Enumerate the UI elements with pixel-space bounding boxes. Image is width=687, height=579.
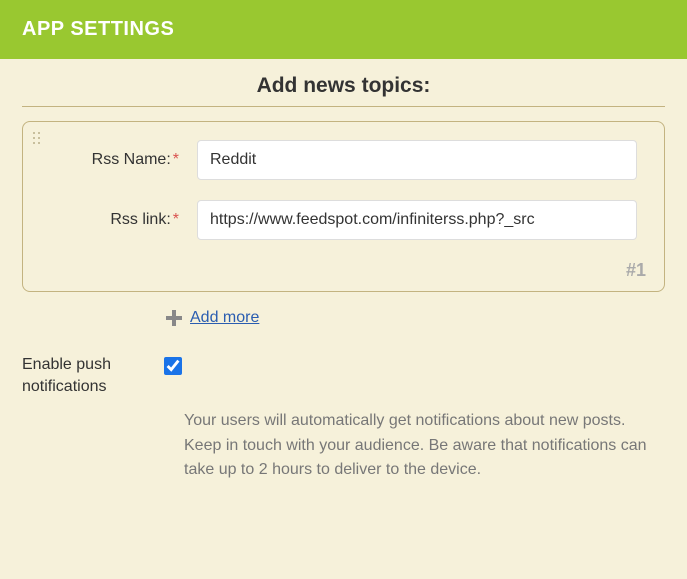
rss-name-input[interactable] bbox=[197, 140, 637, 180]
push-label: Enable push notifications bbox=[22, 354, 164, 399]
rss-name-row: Rss Name:* bbox=[37, 140, 650, 180]
app-header: APP SETTINGS bbox=[0, 0, 687, 59]
feed-index-label: #1 bbox=[37, 260, 650, 281]
rss-link-row: Rss link:* bbox=[37, 200, 650, 240]
section-title: Add news topics: bbox=[22, 74, 665, 107]
drag-handle-icon[interactable] bbox=[33, 132, 41, 144]
header-title: APP SETTINGS bbox=[22, 18, 174, 40]
rss-name-label: Rss Name:* bbox=[37, 151, 197, 169]
rss-link-input[interactable] bbox=[197, 200, 637, 240]
rss-link-input-wrap bbox=[197, 200, 650, 240]
push-description: Your users will automatically get notifi… bbox=[22, 409, 662, 483]
required-star-icon: * bbox=[173, 211, 179, 228]
feed-card: Rss Name:* Rss link:* #1 bbox=[22, 121, 665, 292]
rss-name-label-text: Rss Name: bbox=[92, 151, 171, 168]
push-checkbox[interactable] bbox=[164, 357, 182, 375]
content-area: Add news topics: Rss Name:* Rss link:* #… bbox=[0, 59, 687, 503]
push-notifications-row: Enable push notifications bbox=[22, 354, 665, 399]
required-star-icon: * bbox=[173, 151, 179, 168]
plus-icon[interactable] bbox=[164, 308, 184, 328]
push-checkbox-wrap bbox=[164, 357, 182, 380]
add-more-link[interactable]: Add more bbox=[190, 309, 259, 327]
rss-name-input-wrap bbox=[197, 140, 650, 180]
add-more-row: Add more bbox=[22, 308, 665, 328]
rss-link-label-text: Rss link: bbox=[110, 211, 170, 228]
rss-link-label: Rss link:* bbox=[37, 211, 197, 229]
